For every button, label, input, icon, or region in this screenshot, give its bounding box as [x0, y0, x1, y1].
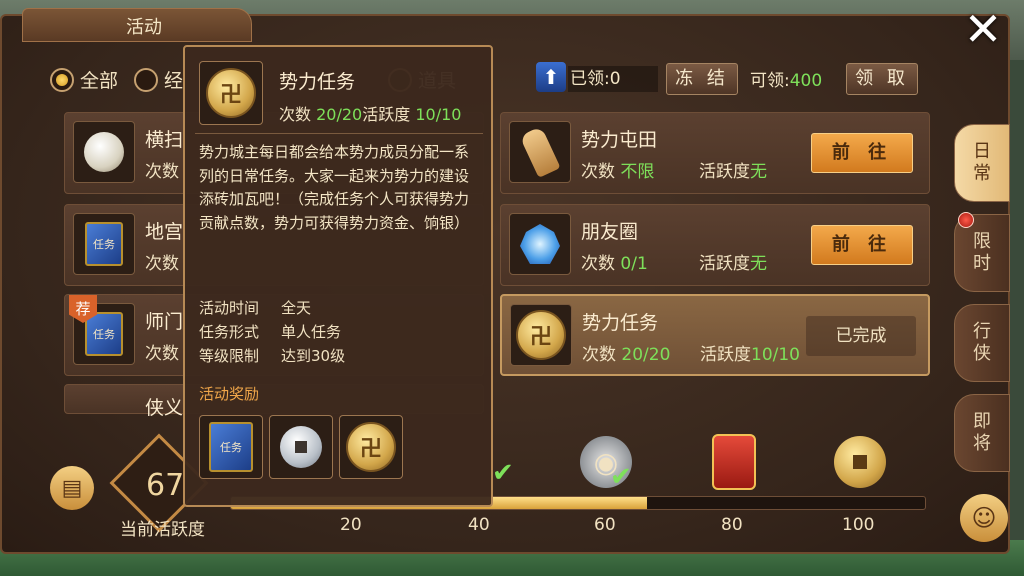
activity-count: 次数 20/20	[582, 345, 671, 365]
activity-count-label: 次数	[145, 344, 179, 364]
red-envelope-reward-icon[interactable]	[712, 434, 756, 490]
progress-tick: 60	[594, 515, 616, 535]
activity-name: 师门	[145, 311, 184, 333]
filter-label: 经	[164, 70, 184, 92]
activity-detail-tooltip: 卍 势力任务 次数 20/20活跃度 10/10 势力城主每日都会给本势力成员分…	[183, 45, 493, 507]
completed-label: 已完成	[806, 316, 916, 356]
divider	[195, 133, 483, 134]
reward-task-book-icon[interactable]: 任务	[199, 415, 263, 479]
claimed-check-icon: ✔	[492, 458, 514, 488]
tab-xingxia[interactable]: 行侠	[954, 304, 1010, 382]
activity-name: 势力屯田	[581, 129, 658, 151]
copper-coin-reward-icon[interactable]	[834, 436, 886, 488]
radio-icon	[50, 67, 74, 92]
ginseng-icon	[509, 121, 571, 183]
activity-row-pengyouquan[interactable]: 朋友圈 次数 0/1 活跃度无 前 往	[500, 204, 930, 286]
calendar-icon[interactable]: ▤	[50, 466, 94, 510]
notification-dot	[958, 212, 974, 228]
task-book-icon: 任务	[73, 213, 135, 275]
reward-silver-coin-icon[interactable]	[269, 415, 333, 479]
window-title: 活动	[126, 17, 162, 38]
activity-name: 势力任务	[582, 312, 659, 334]
progress-tick: 100	[842, 515, 875, 535]
filter-label: 全部	[80, 70, 119, 92]
close-button[interactable]: ✕	[962, 2, 1004, 56]
activity-name: 朋友圈	[581, 221, 639, 243]
claimable-prefix: 可领:	[750, 71, 790, 91]
tooltip-info-form: 任务形式 单人任务	[199, 323, 342, 341]
tab-daily[interactable]: 日常	[954, 124, 1010, 202]
gold-coin-icon: 卍	[199, 61, 263, 125]
claimable-amount: 可领:400	[750, 66, 822, 91]
tab-upcoming[interactable]: 即将	[954, 394, 1010, 472]
activity-row-shili-renwu[interactable]: 卍 势力任务 次数 20/20 活跃度10/10 已完成	[500, 294, 930, 376]
tooltip-activity-name: 势力任务	[279, 71, 356, 93]
activity-count-label: 次数	[145, 254, 179, 274]
tooltip-info-time: 活动时间 全天	[199, 299, 312, 317]
activity-name: 横扫	[145, 129, 184, 151]
claimed-check-icon: ✔	[610, 462, 632, 492]
claimed-amount: 已领:0	[568, 66, 658, 92]
reward-gold-coin-icon[interactable]: 卍	[339, 415, 403, 479]
activity-name: 侠义	[145, 397, 184, 419]
activity-row-shili-tuntian[interactable]: 势力屯田 次数 不限 活跃度无 前 往	[500, 112, 930, 194]
activity-activeness: 活跃度无	[699, 254, 767, 274]
progress-tick: 80	[721, 515, 743, 535]
claim-button[interactable]: 领 取	[846, 63, 918, 95]
tooltip-description: 势力城主每日都会给本势力成员分配一系列的日常任务。大家一起来为势力的建设添砖加瓦…	[199, 143, 470, 232]
crystal-icon	[509, 213, 571, 275]
activity-count: 次数 不限	[581, 162, 655, 182]
character-icon[interactable]: ☺	[960, 494, 1008, 542]
activity-activeness: 活跃度10/10	[700, 345, 800, 365]
radio-icon	[134, 67, 158, 92]
current-activeness-value: 67	[146, 468, 185, 503]
activity-name: 地宫	[145, 221, 184, 243]
activity-count-label: 次数	[145, 162, 179, 182]
progress-tick: 40	[468, 515, 490, 535]
gold-coin-icon: 卍	[510, 304, 572, 366]
tooltip-stats: 次数 20/20活跃度 10/10	[279, 105, 462, 124]
freeze-button[interactable]: 冻 结	[666, 63, 738, 95]
claimable-value: 400	[789, 71, 823, 91]
filter-all[interactable]: 全部	[50, 66, 118, 93]
tooltip-info-level: 等级限制 达到30级	[199, 347, 346, 365]
activity-activeness: 活跃度无	[699, 162, 767, 182]
tooltip-reward-title: 活动奖励	[199, 385, 260, 403]
goto-button[interactable]: 前 往	[811, 133, 913, 173]
current-activeness-label: 当前活跃度	[120, 520, 205, 540]
claim-arrow-icon: ⬆	[536, 62, 566, 92]
pearl-icon	[73, 121, 135, 183]
filter-exp[interactable]: 经	[134, 66, 183, 93]
activity-count: 次数 0/1	[581, 254, 648, 274]
goto-button[interactable]: 前 往	[811, 225, 913, 265]
progress-tick: 20	[340, 515, 362, 535]
